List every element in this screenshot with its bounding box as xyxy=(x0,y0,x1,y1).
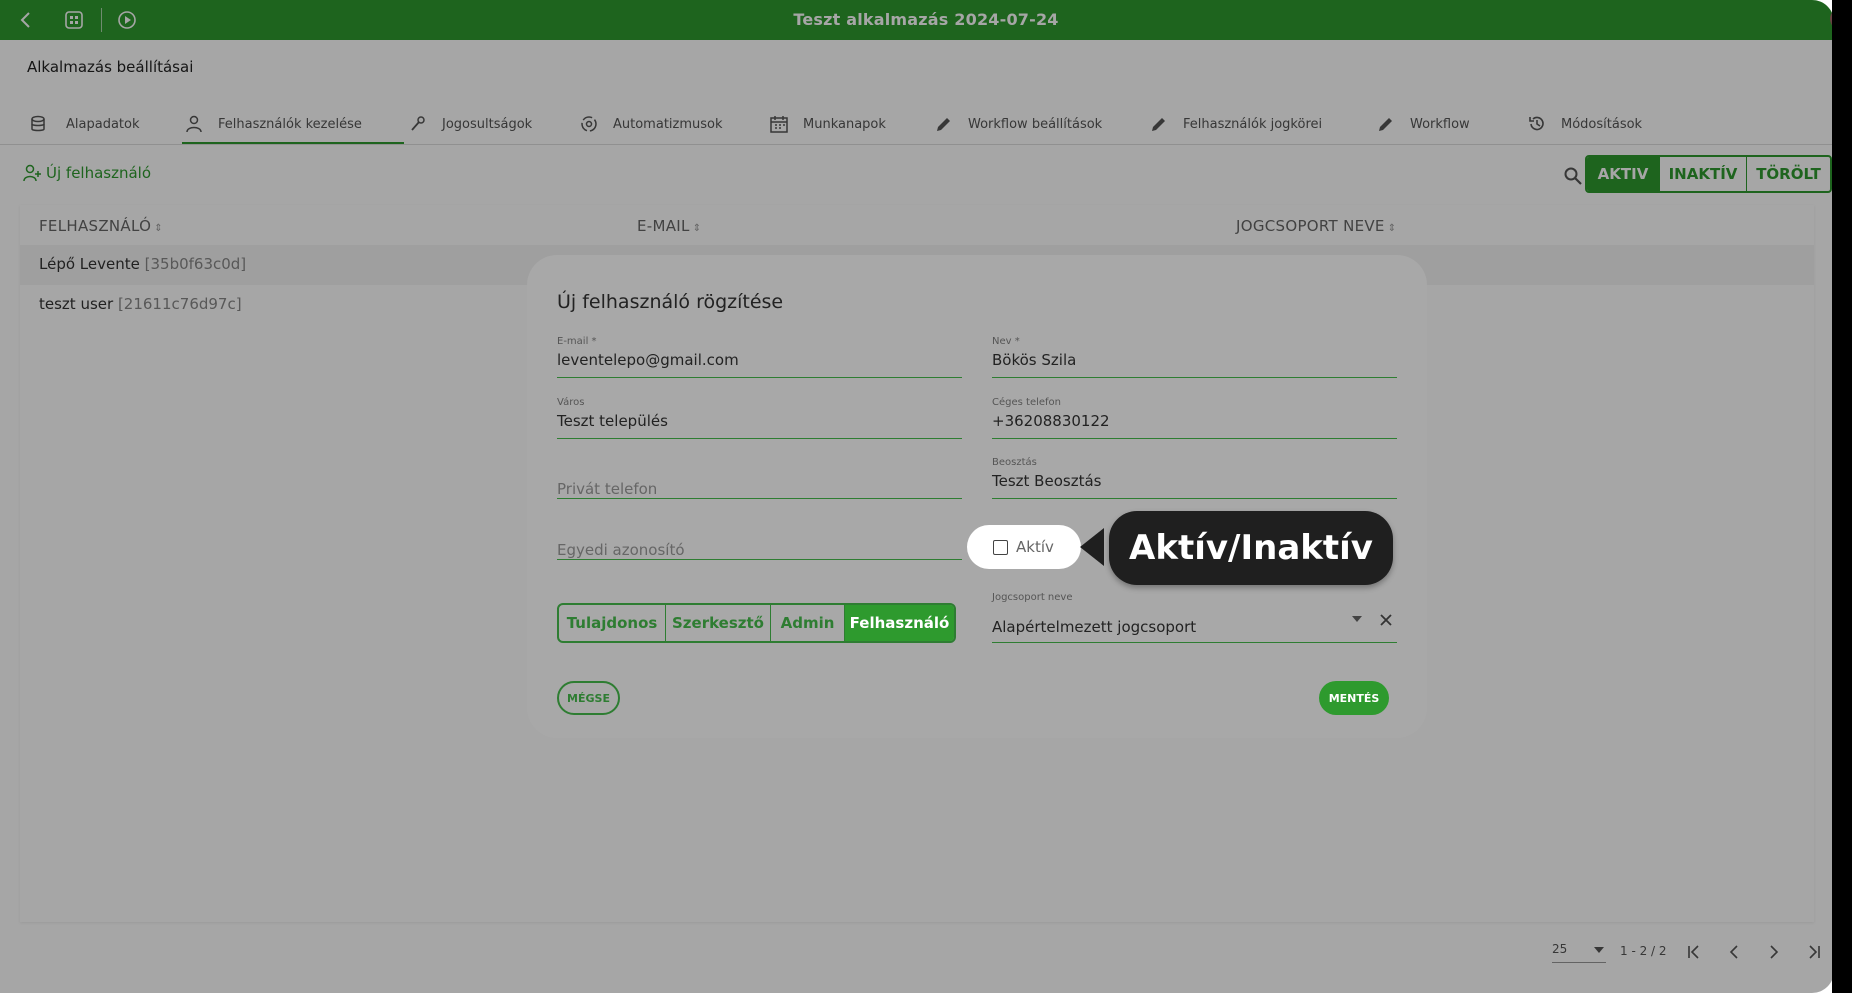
screen-edge xyxy=(1832,0,1852,993)
dialog-title: Új felhasználó rögzítése xyxy=(557,291,784,313)
email-field[interactable]: E-mail * leventelepo@gmail.com xyxy=(557,336,962,378)
close-icon[interactable] xyxy=(1378,612,1394,628)
group-select[interactable]: Jogcsoport neve Alapértelmezett jogcsopo… xyxy=(992,590,1397,643)
save-button[interactable]: MENTÉS xyxy=(1319,681,1389,715)
cancel-button[interactable]: MÉGSE xyxy=(557,681,620,715)
role-felhasznalo-button[interactable]: Felhasználó xyxy=(844,605,954,641)
active-checkbox[interactable]: Aktív xyxy=(967,525,1081,569)
role-admin-button[interactable]: Admin xyxy=(770,605,844,641)
position-field[interactable]: Beosztás Teszt Beosztás xyxy=(992,457,1397,499)
name-field[interactable]: Nev * Bökös Szila xyxy=(992,336,1397,378)
active-checkbox-label: Aktív xyxy=(1016,538,1054,556)
annotation-callout: Aktív/Inaktív xyxy=(1109,511,1393,585)
city-field[interactable]: Város Teszt település xyxy=(557,397,962,439)
role-tulajdonos-button[interactable]: Tulajdonos xyxy=(559,605,665,641)
role-szerkeszto-button[interactable]: Szerkesztő xyxy=(665,605,770,641)
company-phone-field[interactable]: Céges telefon +36208830122 xyxy=(992,397,1397,439)
chevron-down-icon[interactable] xyxy=(1352,616,1362,622)
unique-id-field[interactable]: Egyedi azonosító xyxy=(557,521,962,560)
callout-arrow xyxy=(1080,528,1104,566)
role-toggle-group: Tulajdonos Szerkesztő Admin Felhasználó xyxy=(557,603,956,643)
app-frame: Teszt alkalmazás 2024-07-24 Alkalmazás b… xyxy=(0,0,1834,993)
checkbox-icon xyxy=(993,539,1008,555)
private-phone-field[interactable]: Privát telefon xyxy=(557,460,962,499)
